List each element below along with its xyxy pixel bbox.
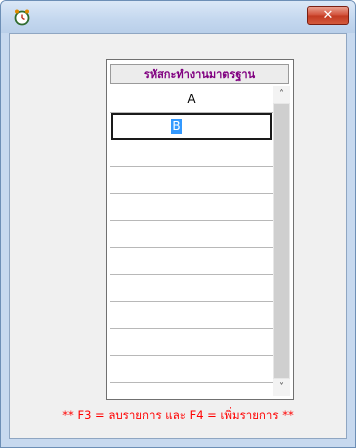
- scroll-down-button[interactable]: ˅: [273, 379, 290, 396]
- table-row[interactable]: [110, 221, 273, 248]
- edit-cell-input[interactable]: B: [171, 119, 182, 134]
- table-row[interactable]: [110, 275, 273, 302]
- table-row[interactable]: A: [110, 86, 273, 113]
- scroll-up-button[interactable]: ˄: [273, 86, 290, 103]
- cell-value: A: [187, 92, 196, 106]
- scrollbar-thumb[interactable]: [274, 104, 289, 378]
- edit-cell-blank: [181, 119, 212, 134]
- table-row-editing[interactable]: B: [111, 113, 272, 140]
- column-header-shift-code[interactable]: รหัสกะทำงานมาตรฐาน: [110, 64, 289, 84]
- chevron-up-icon: ˄: [279, 89, 284, 100]
- table-row[interactable]: [110, 167, 273, 194]
- keyboard-shortcut-hint: ** F3 = ลบรายการ และ F4 = เพิ่มรายการ **: [62, 408, 294, 422]
- shift-code-grid: รหัสกะทำงานมาตรฐาน A B ˄ ˅: [106, 59, 294, 400]
- chevron-down-icon: ˅: [279, 382, 284, 393]
- vertical-scrollbar[interactable]: ˄ ˅: [273, 86, 290, 396]
- table-row[interactable]: [110, 356, 273, 383]
- close-icon: ✕: [322, 8, 334, 23]
- table-row[interactable]: [110, 194, 273, 221]
- dialog-window: ✕ รหัสกะทำงานมาตรฐาน A B ˄ ˅ ** F3 = ลบร…: [0, 0, 356, 448]
- table-row[interactable]: [110, 329, 273, 356]
- dialog-client-area: รหัสกะทำงานมาตรฐาน A B ˄ ˅ ** F3 = ลบราย…: [9, 33, 347, 439]
- title-bar[interactable]: ✕: [1, 1, 355, 33]
- table-row[interactable]: [110, 248, 273, 275]
- close-button[interactable]: ✕: [307, 6, 349, 25]
- grid-rows: A B: [110, 86, 273, 383]
- table-row[interactable]: [110, 302, 273, 329]
- alarm-clock-icon: [14, 9, 30, 26]
- table-row[interactable]: [110, 140, 273, 167]
